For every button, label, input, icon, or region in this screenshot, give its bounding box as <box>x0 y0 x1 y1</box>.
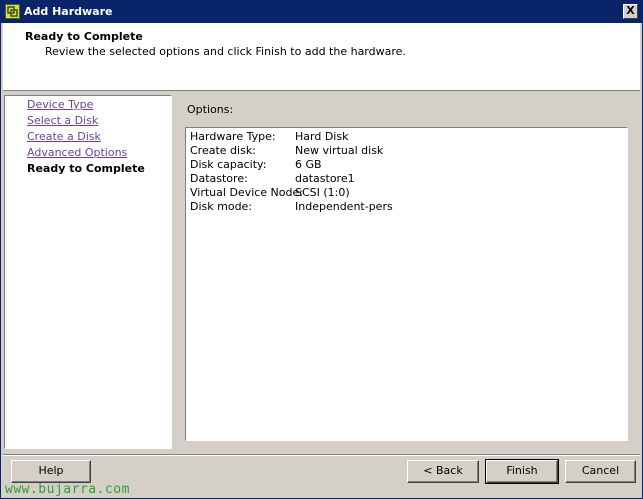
option-key: Disk capacity: <box>190 158 267 171</box>
page-description: Review the selected options and click Fi… <box>45 45 406 58</box>
finish-button[interactable]: Finish <box>485 459 559 484</box>
add-hardware-window: Add Hardware X Ready to Complete Review … <box>0 0 643 499</box>
option-value: Hard Disk <box>295 130 349 143</box>
option-key: Datastore: <box>190 172 248 185</box>
options-summary-box[interactable]: Hardware Type: Hard Disk Create disk: Ne… <box>185 127 628 441</box>
hardware-app-icon <box>5 4 20 19</box>
wizard-steps-sidebar: Device Type Select a Disk Create a Disk … <box>4 95 172 449</box>
help-button[interactable]: Help <box>11 460 91 483</box>
options-label: Options: <box>187 103 234 116</box>
option-key: Virtual Device Node: <box>190 186 303 199</box>
step-advanced-options[interactable]: Advanced Options <box>27 146 127 159</box>
option-key: Disk mode: <box>190 200 253 213</box>
option-value: SCSI (1:0) <box>295 186 350 199</box>
step-create-a-disk[interactable]: Create a Disk <box>27 130 101 143</box>
wizard-header: Ready to Complete Review the selected op… <box>3 23 640 91</box>
page-title: Ready to Complete <box>25 30 143 43</box>
window-title: Add Hardware <box>24 5 113 18</box>
option-value: New virtual disk <box>295 144 384 157</box>
cancel-button[interactable]: Cancel <box>565 460 636 483</box>
option-value: datastore1 <box>295 172 355 185</box>
footer-divider <box>3 454 640 456</box>
step-ready-to-complete: Ready to Complete <box>27 162 145 175</box>
step-select-a-disk[interactable]: Select a Disk <box>27 114 98 127</box>
option-key: Create disk: <box>190 144 256 157</box>
back-button[interactable]: < Back <box>407 460 479 483</box>
title-bar[interactable]: Add Hardware X <box>1 1 642 23</box>
close-icon: X <box>626 4 635 17</box>
option-key: Hardware Type: <box>190 130 276 143</box>
option-value: Independent-pers <box>295 200 393 213</box>
step-device-type[interactable]: Device Type <box>27 98 93 111</box>
option-value: 6 GB <box>295 158 322 171</box>
watermark-text: www.bujarra.com <box>5 482 130 497</box>
close-button[interactable]: X <box>623 4 638 19</box>
